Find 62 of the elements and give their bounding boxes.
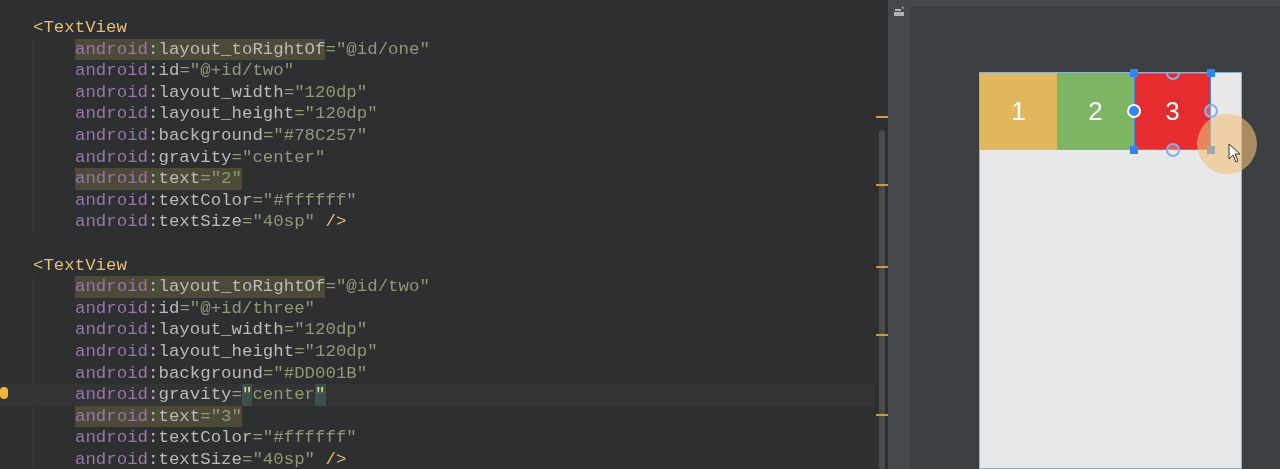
code-row[interactable]: android:textSize="40sp" /> bbox=[0, 448, 874, 469]
code-row[interactable]: android:background="#78C257" bbox=[0, 124, 874, 147]
usage-highlight: android:layout_toRightOf bbox=[75, 276, 326, 298]
anchor-handle[interactable] bbox=[1166, 73, 1180, 80]
code-text: ="@id/two" bbox=[325, 276, 430, 298]
code-text: <TextView bbox=[33, 254, 127, 277]
code-text: android:textSize="40sp" /> bbox=[75, 211, 347, 233]
code-text: center bbox=[252, 384, 316, 406]
code-text: ="@id/one" bbox=[325, 38, 430, 61]
code-row[interactable]: <TextView bbox=[0, 254, 874, 277]
code-row[interactable]: android:id="@+id/three" bbox=[0, 297, 874, 320]
code-text: android:layout_width="120dp" bbox=[75, 319, 368, 341]
code-text: android:gravity= bbox=[75, 384, 242, 406]
code-row[interactable]: android:textSize="40sp" /> bbox=[0, 211, 874, 233]
code-row[interactable]: android:textColor="#ffffff" bbox=[0, 189, 874, 212]
code-row[interactable]: android:background="#DD001B" bbox=[0, 362, 874, 385]
selection-frame[interactable] bbox=[1127, 66, 1218, 157]
code-text: android:layout_width="120dp" bbox=[75, 81, 368, 104]
code-text: android:textColor="#ffffff" bbox=[75, 427, 357, 449]
usage-highlight: android:text="3" bbox=[75, 405, 242, 428]
touch-indicator bbox=[1197, 114, 1257, 174]
code-row[interactable]: android:text="3" bbox=[0, 405, 874, 428]
code-text: android:id="@+id/two" bbox=[75, 60, 295, 82]
code-text: android:textSize="40sp" /> bbox=[75, 448, 347, 469]
brace-match: " bbox=[315, 384, 326, 406]
code-text: android:background="#DD001B" bbox=[75, 362, 368, 385]
code-row[interactable]: android:textColor="#ffffff" bbox=[0, 427, 874, 449]
code-row[interactable]: android:layout_height="120dp" bbox=[0, 103, 874, 125]
code-row[interactable]: android:layout_width="120dp" bbox=[0, 319, 874, 341]
usage-highlight: android:layout_toRightOf bbox=[75, 38, 326, 61]
resize-handle[interactable] bbox=[1130, 146, 1138, 154]
mouse-cursor-icon bbox=[1228, 143, 1240, 163]
code-row[interactable]: android:text="2" bbox=[0, 168, 874, 190]
resize-handle[interactable] bbox=[1130, 69, 1138, 77]
code-text: android:gravity="center" bbox=[75, 146, 326, 169]
code-row[interactable]: android:layout_toRightOf="@id/one" bbox=[0, 38, 874, 61]
code-text: android:background="#78C257" bbox=[75, 124, 368, 147]
warning-marker[interactable] bbox=[876, 184, 888, 186]
code-row[interactable]: android:id="@+id/two" bbox=[0, 60, 874, 82]
code-row[interactable]: android:gravity="center" bbox=[0, 384, 874, 406]
warning-marker[interactable] bbox=[876, 414, 888, 416]
usage-highlight: android:text="2" bbox=[75, 168, 242, 190]
code-row[interactable]: <TextView bbox=[0, 17, 874, 39]
warning-marker[interactable] bbox=[876, 266, 888, 268]
code-text: android:id="@+id/three" bbox=[75, 297, 316, 320]
code-text: android:textColor="#ffffff" bbox=[75, 189, 357, 212]
scrollbar-thumb[interactable] bbox=[879, 130, 885, 469]
brace-match: " bbox=[242, 384, 253, 406]
code-row[interactable]: android:layout_width="120dp" bbox=[0, 81, 874, 104]
code-text: android:layout_height="120dp" bbox=[75, 340, 378, 363]
anchor-handle[interactable] bbox=[1166, 143, 1180, 157]
resize-handle[interactable] bbox=[1207, 146, 1215, 154]
code-text: <TextView bbox=[33, 17, 127, 39]
code-row[interactable]: android:layout_height="120dp" bbox=[0, 340, 874, 363]
resize-handle[interactable] bbox=[1207, 69, 1215, 77]
code-row[interactable]: android:gravity="center" bbox=[0, 146, 874, 169]
anchor-handle[interactable] bbox=[1204, 104, 1218, 118]
warning-marker[interactable] bbox=[876, 116, 888, 118]
code-row[interactable]: android:layout_toRightOf="@id/two" bbox=[0, 276, 874, 298]
lightbulb-icon[interactable] bbox=[0, 387, 8, 400]
code-text: android:layout_height="120dp" bbox=[75, 103, 378, 125]
warning-marker[interactable] bbox=[876, 334, 888, 336]
